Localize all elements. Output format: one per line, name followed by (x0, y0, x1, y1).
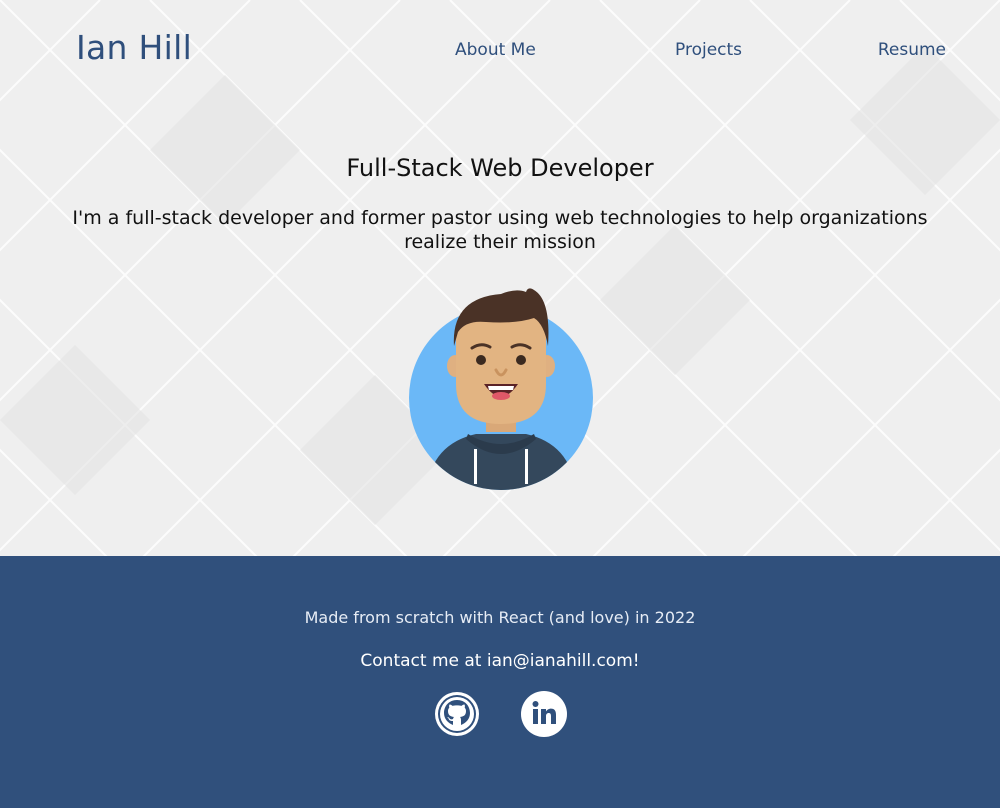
github-icon (435, 692, 479, 736)
site-name-link[interactable]: Ian Hill (76, 28, 192, 67)
hero-section: Ian Hill About Me Projects Resume Full-S… (0, 0, 1000, 556)
hero-title: Full-Stack Web Developer (346, 154, 654, 182)
github-link[interactable] (433, 690, 481, 738)
footer-credit: Made from scratch with React (and love) … (304, 608, 696, 627)
linkedin-icon (521, 691, 567, 737)
linkedin-link[interactable] (520, 690, 568, 738)
nav-projects[interactable]: Projects (675, 40, 742, 60)
avatar-illustration (409, 288, 593, 490)
hero-subtitle: I'm a full-stack developer and former pa… (72, 207, 928, 253)
footer: Made from scratch with React (and love) … (0, 556, 1000, 808)
nav-about-me[interactable]: About Me (455, 40, 536, 60)
footer-contact[interactable]: Contact me at ian@ianahill.com! (0, 651, 1000, 671)
nav-resume[interactable]: Resume (878, 40, 946, 60)
